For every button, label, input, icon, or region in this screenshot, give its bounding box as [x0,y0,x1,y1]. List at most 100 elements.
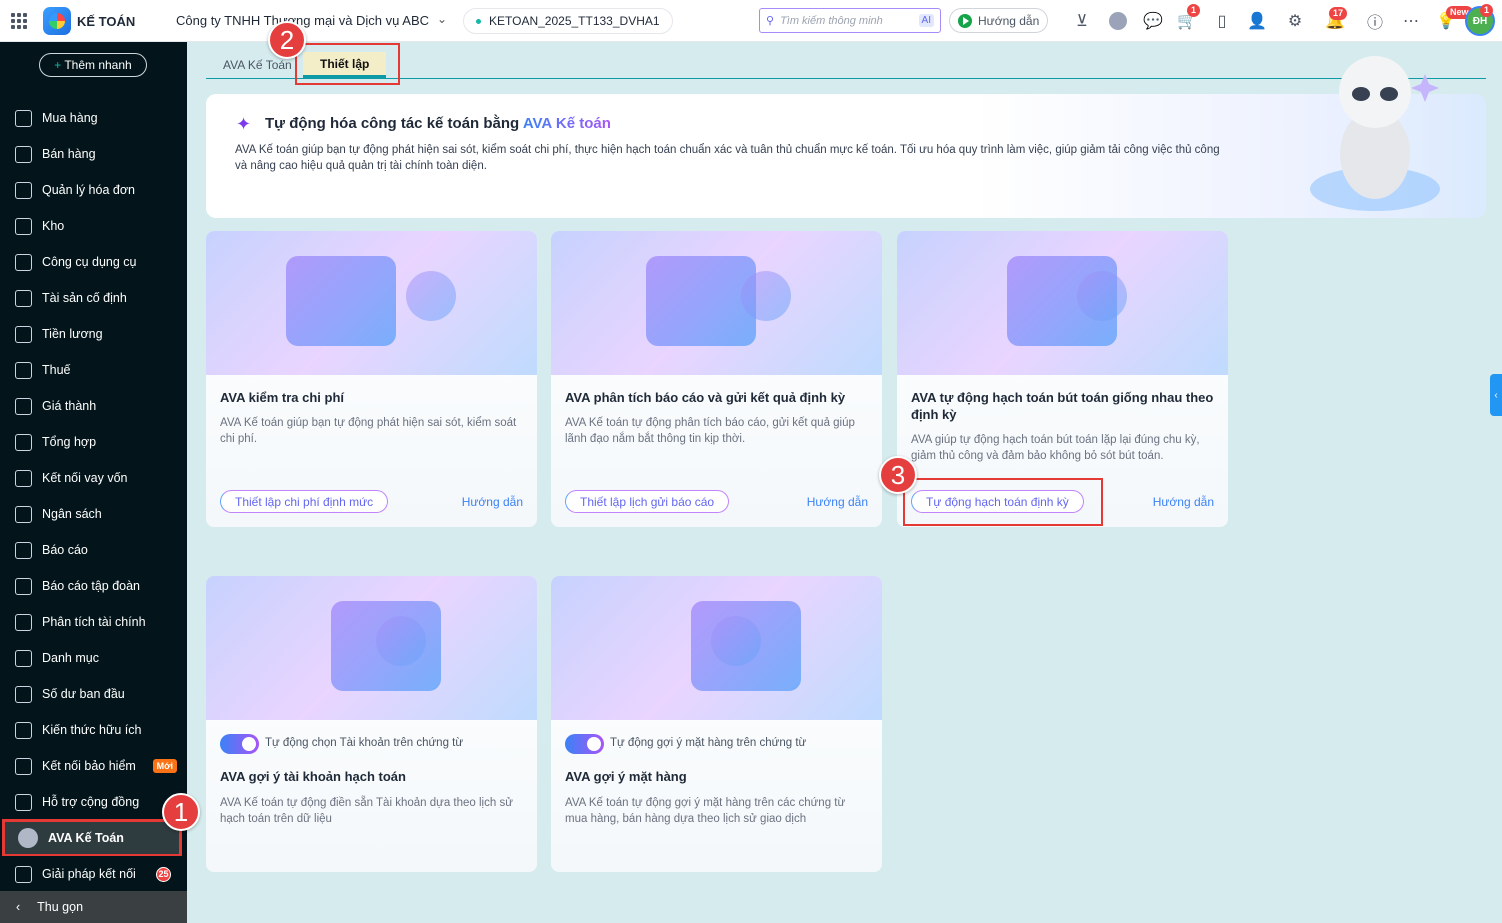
sidebar-item-giai-phap-ket-noi[interactable]: Giải pháp kết nối 25 [0,856,183,892]
card-description: AVA Kế toán tự động điền sẵn Tài khoản d… [220,797,513,825]
top-bar: KẾ TOÁN Công ty TNHH Thương mại và Dịch … [0,0,1502,42]
add-user-icon[interactable]: 👤 [1246,10,1268,32]
sidebar-item-kho[interactable]: Kho [0,208,183,244]
sidebar-item-tai-san-co-dinh[interactable]: Tài sản cố định [0,280,183,316]
app-grid-icon[interactable] [11,13,27,29]
chevron-down-icon[interactable]: ⌄ [437,12,447,26]
sidebar-item-kien-thuc-huu-ich[interactable]: Kiến thức hữu ích [0,712,183,748]
collapse-label: Thu gọn [37,900,84,914]
sidebar-item-cong-cu-dung-cu[interactable]: Công cụ dụng cụ [0,244,183,280]
quan-ly-hoa-don-icon [15,181,32,199]
sidebar-item-label: Quản lý hóa đơn [42,183,135,197]
ho-tro-cong-dong-icon [15,793,32,811]
card-description: AVA Kế toán tự động phân tích báo cáo, g… [565,417,855,445]
thue-icon [15,361,32,379]
sidebar-item-ban-hang[interactable]: Bán hàng [0,136,183,172]
avatar-badge: 1 [1480,4,1494,17]
card-illustration [897,231,1228,375]
banner-title-highlight: AVA Kế toán [522,115,611,132]
phan-tich-tai-chinh-icon [15,613,32,631]
side-panel-toggle[interactable]: ‹ [1490,374,1502,416]
gear-icon[interactable]: ⚙ [1284,10,1306,32]
guide-link[interactable]: Hướng dẫn [807,495,868,509]
guide-button[interactable]: Hướng dẫn [949,8,1049,33]
chevron-left-icon: ‹ [16,900,21,914]
sidebar-item-label: Kiến thức hữu ích [42,723,142,737]
card-title: AVA gợi ý mặt hàng [565,769,687,784]
card-description: AVA giúp tự động hạch toán bút toán lặp … [911,434,1200,462]
download-icon[interactable]: ⊻ [1071,10,1093,32]
danh-muc-icon [15,649,32,667]
smart-search-input[interactable]: ⚲ Tìm kiếm thông minh AI [759,8,941,33]
assistant-avatar-icon[interactable] [1107,10,1129,32]
card-title: AVA kiểm tra chi phí [220,390,345,405]
search-placeholder: Tìm kiếm thông minh [780,14,883,27]
mobile-app-icon[interactable]: ▯ [1211,10,1233,32]
chat-icon[interactable]: 💬 [1142,10,1164,32]
highlight-box-step-1 [2,819,182,856]
notification-badge: 17 [1329,7,1348,20]
company-selector[interactable]: Công ty TNHH Thương mại và Dịch vụ ABC [176,13,429,28]
sidebar-item-tien-luong[interactable]: Tiền lương [0,316,183,352]
sidebar-item-label: Công cụ dụng cụ [42,255,137,269]
ket-noi-bao-hiem-icon [15,757,32,775]
sidebar-item-thue[interactable]: Thuế [0,352,183,388]
card-description: AVA Kế toán tự động gợi ý mặt hàng trên … [565,797,846,825]
sidebar-item-ho-tro-cong-dong[interactable]: Hỗ trợ cộng đồng [0,784,183,820]
sidebar-item-bao-cao[interactable]: Báo cáo [0,532,183,568]
sidebar-item-mua-hang[interactable]: Mua hàng [0,100,183,136]
sidebar-item-label: Giá thành [42,399,97,413]
sidebar-item-label: Báo cáo tập đoàn [42,579,140,593]
sparkle-icon: ✦ [236,114,252,134]
card-illustration [551,231,882,375]
card-action-button[interactable]: Thiết lập lịch gửi báo cáo [565,490,730,513]
sidebar-item-label: Kết nối bảo hiểm [42,759,136,773]
ai-badge: AI [918,14,934,27]
sidebar-item-so-du-ban-dau[interactable]: Số dư ban đầu [0,676,183,712]
database-selector[interactable]: KETOAN_2025_TT133_DVHA1 [463,8,673,34]
ngan-sach-icon [15,505,32,523]
card-illustration [206,231,537,375]
sidebar-item-danh-muc[interactable]: Danh mục [0,640,183,676]
card-title: AVA phân tích báo cáo và gửi kết quả địn… [565,390,846,405]
more-icon[interactable]: ⋯ [1400,10,1422,32]
guide-link[interactable]: Hướng dẫn [462,495,523,509]
count-badge: 25 [156,866,171,882]
quick-add-button[interactable]: + Thêm nhanh [39,53,147,77]
sidebar-item-gia-thanh[interactable]: Giá thành [0,388,183,424]
sidebar-item-ket-noi-bao-hiem[interactable]: Kết nối bảo hiểm Mới [0,748,183,784]
database-name: KETOAN_2025_TT133_DVHA1 [489,14,660,28]
new-tag: Mới [152,759,177,773]
auto-toggle[interactable] [220,734,259,754]
so-du-ban-dau-icon [15,685,32,703]
sidebar-item-tong-hop[interactable]: Tổng hợp [0,424,183,460]
bao-cao-icon [15,541,32,559]
sidebar-item-label: Báo cáo [42,543,88,557]
feature-card: Tự động chọn Tài khoản trên chứng từ AVA … [206,576,537,872]
tong-hop-icon [15,433,32,451]
sidebar-item-label: Phân tích tài chính [42,615,146,629]
mua-hang-icon [15,109,32,127]
sidebar-item-ket-noi-vay-von[interactable]: Kết nối vay vốn [0,460,183,496]
cart-badge: 1 [1187,4,1201,17]
sidebar-item-quan-ly-hoa-don[interactable]: Quản lý hóa đơn [0,172,183,208]
sidebar: + Thêm nhanh Mua hàng Bán hàng Quản lý hóa … [0,42,187,923]
feature-card: AVA kiểm tra chi phí AVA Kế toán giúp bạn… [206,231,537,527]
app-logo [43,7,71,35]
quick-add-label: Thêm nhanh [64,58,132,72]
sidebar-item-phan-tich-tai-chinh[interactable]: Phân tích tài chính [0,604,183,640]
guide-link[interactable]: Hướng dẫn [1153,495,1214,509]
help-icon[interactable]: ⓘ [1364,10,1386,32]
collapse-sidebar-button[interactable]: ‹ Thu gọn [0,891,187,923]
card-title: AVA tự động hạch toán bút toán giống nha… [911,390,1214,422]
card-action-button[interactable]: Thiết lập chi phí định mức [220,490,389,513]
banner-description: AVA Kế toán giúp bạn tự động phát hiện s… [235,144,1220,172]
sidebar-item-bao-cao-tap-doan[interactable]: Báo cáo tập đoàn [0,568,183,604]
card-illustration [551,576,882,720]
sidebar-item-label: Ngân sách [42,507,102,521]
auto-toggle[interactable] [565,734,604,754]
card-title: AVA gợi ý tài khoản hạch toán [220,769,406,784]
sidebar-item-label: Bán hàng [42,147,96,161]
sidebar-item-ngan-sach[interactable]: Ngân sách [0,496,183,532]
ket-noi-vay-von-icon [15,469,32,487]
